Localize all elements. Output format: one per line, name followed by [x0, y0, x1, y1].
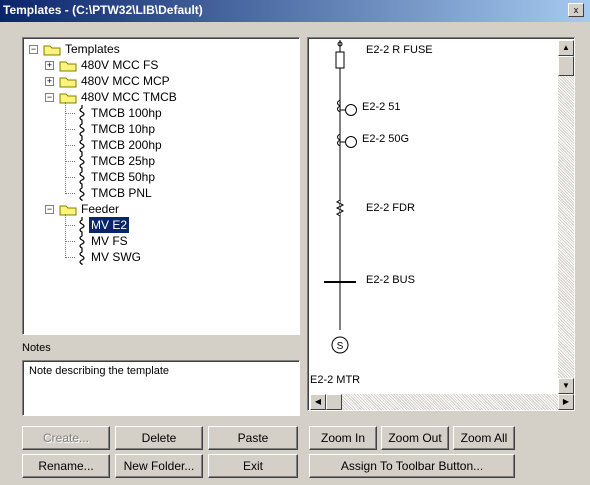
tree-item-label[interactable]: TMCB 100hp — [89, 105, 164, 121]
tree-connector — [65, 113, 75, 114]
templates-window: Templates - (C:\PTW32\LIB\Default) x − Te… — [0, 0, 590, 485]
zoom-all-button[interactable]: Zoom All — [453, 426, 515, 450]
folder-icon — [59, 92, 77, 104]
tree-item-label[interactable]: TMCB PNL — [89, 185, 154, 201]
rename-button[interactable]: Rename... — [22, 454, 110, 478]
tree-item-label[interactable]: 480V MCC FS — [79, 57, 160, 73]
tree-item-label[interactable]: TMCB 50hp — [89, 169, 157, 185]
vertical-scroll-thumb[interactable] — [558, 56, 574, 76]
horizontal-scrollbar[interactable]: ◀ ▶ — [310, 394, 574, 410]
fuse-symbol — [335, 51, 345, 69]
tree-connector — [65, 241, 75, 242]
one-line-diagram: S — [324, 40, 357, 354]
template-icon — [77, 137, 87, 153]
tree-connector — [65, 145, 75, 146]
motor-label: E2-2 MTR — [310, 374, 361, 386]
expand-toggle-icon[interactable]: + — [45, 61, 54, 70]
scroll-up-button[interactable]: ▲ — [558, 40, 574, 56]
tree-connector — [65, 161, 75, 162]
relay-51-label: E2-2 51 — [362, 101, 401, 113]
scroll-left-button[interactable]: ◀ — [310, 394, 326, 410]
window-title: Templates - (C:\PTW32\LIB\Default) — [3, 3, 203, 17]
exit-button[interactable]: Exit — [208, 454, 298, 478]
relay-51-symbol — [345, 104, 357, 116]
zoom-in-button[interactable]: Zoom In — [309, 426, 377, 450]
tree-item-label[interactable]: Feeder — [79, 201, 121, 217]
tree-connector — [65, 193, 75, 194]
feeder-cable-symbol — [335, 199, 345, 217]
tree-item-label[interactable]: TMCB 200hp — [89, 137, 164, 153]
create-button[interactable]: Create... — [22, 426, 110, 450]
tree-connector — [65, 257, 75, 258]
delete-button[interactable]: Delete — [115, 426, 203, 450]
vertical-scrollbar[interactable]: ▲ ▼ — [558, 40, 574, 394]
bus-label: E2-2 BUS — [366, 274, 415, 286]
tree-item-label[interactable]: Templates — [63, 41, 122, 57]
tree-item-label[interactable]: 480V MCC TMCB — [79, 89, 179, 105]
tree-connector — [65, 225, 75, 226]
folder-icon — [59, 204, 77, 216]
tree-item-root[interactable]: − Templates — [23, 41, 299, 57]
tree-folder[interactable]: +480V MCC FS — [23, 57, 299, 73]
template-icon — [77, 233, 87, 249]
template-icon — [77, 105, 87, 121]
relay-50g-label: E2-2 50G — [362, 133, 410, 145]
tree-item-label[interactable]: TMCB 25hp — [89, 153, 157, 169]
motor-symbol-label: S — [337, 341, 344, 352]
tree-connector — [65, 214, 66, 258]
template-icon — [77, 217, 87, 233]
template-icon — [77, 121, 87, 137]
tree-folder[interactable]: +480V MCC MCP — [23, 73, 299, 89]
horizontal-scroll-thumb[interactable] — [326, 394, 342, 410]
template-tree[interactable]: − Templates +480V MCC FS +480V MCC MCP −480V… — [22, 37, 300, 335]
template-icon — [77, 185, 87, 201]
expand-toggle-icon[interactable]: + — [45, 77, 54, 86]
collapse-toggle-icon[interactable]: − — [45, 205, 54, 214]
fuse-label: E2-2 R FUSE — [366, 44, 433, 56]
tree-connector — [65, 177, 75, 178]
tree-item-label[interactable]: 480V MCC MCP — [79, 73, 172, 89]
collapse-toggle-icon[interactable]: − — [45, 93, 54, 102]
diagram-preview[interactable]: S E2-2 R FUSE E2-2 51 E2-2 50G E2-2 FDR … — [307, 37, 575, 411]
template-icon — [77, 169, 87, 185]
assign-toolbar-button[interactable]: Assign To Toolbar Button... — [309, 454, 515, 478]
tree-item-label[interactable]: MV E2 — [87, 216, 131, 234]
title-bar: Templates - (C:\PTW32\LIB\Default) x — [0, 0, 590, 22]
tree-item-label[interactable]: MV SWG — [89, 249, 143, 265]
relay-50g-symbol — [345, 136, 357, 148]
tree-item-label[interactable]: TMCB 10hp — [89, 121, 157, 137]
zoom-out-button[interactable]: Zoom Out — [381, 426, 449, 450]
new-folder-button[interactable]: New Folder... — [115, 454, 203, 478]
folder-icon — [43, 44, 61, 56]
notes-label: Notes — [22, 342, 51, 354]
folder-icon — [59, 76, 77, 88]
paste-button[interactable]: Paste — [208, 426, 298, 450]
tree-item-label[interactable]: MV FS — [89, 233, 130, 249]
template-icon — [77, 249, 87, 265]
scroll-down-button[interactable]: ▼ — [558, 378, 574, 394]
close-button[interactable]: x — [568, 3, 584, 17]
collapse-toggle-icon[interactable]: − — [29, 45, 38, 54]
folder-icon — [59, 60, 77, 72]
tree-connector — [65, 129, 75, 130]
notes-field[interactable]: Note describing the template — [22, 360, 300, 416]
scroll-right-button[interactable]: ▶ — [558, 394, 574, 410]
tree-connector — [65, 102, 66, 194]
template-icon — [77, 153, 87, 169]
feeder-label: E2-2 FDR — [366, 202, 415, 214]
